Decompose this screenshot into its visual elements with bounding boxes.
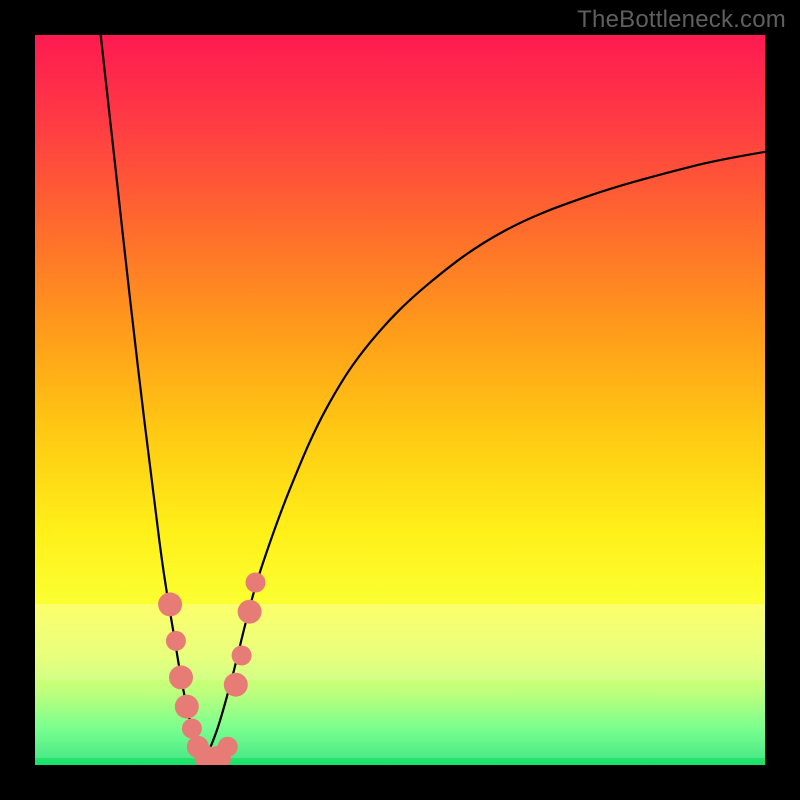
plot-area <box>35 35 765 765</box>
data-marker <box>166 631 186 651</box>
data-marker <box>246 573 266 593</box>
data-marker <box>175 695 199 719</box>
curve-layer <box>35 35 765 765</box>
data-marker <box>232 646 252 666</box>
data-marker <box>218 737 238 757</box>
data-markers <box>158 573 265 766</box>
data-marker <box>224 673 248 697</box>
chart-frame: TheBottleneck.com <box>0 0 800 800</box>
data-marker <box>238 600 262 624</box>
watermark-text: TheBottleneck.com <box>577 6 786 34</box>
data-marker <box>182 719 202 739</box>
data-marker <box>169 665 193 689</box>
data-marker <box>158 592 182 616</box>
bottleneck-curve <box>101 35 765 765</box>
